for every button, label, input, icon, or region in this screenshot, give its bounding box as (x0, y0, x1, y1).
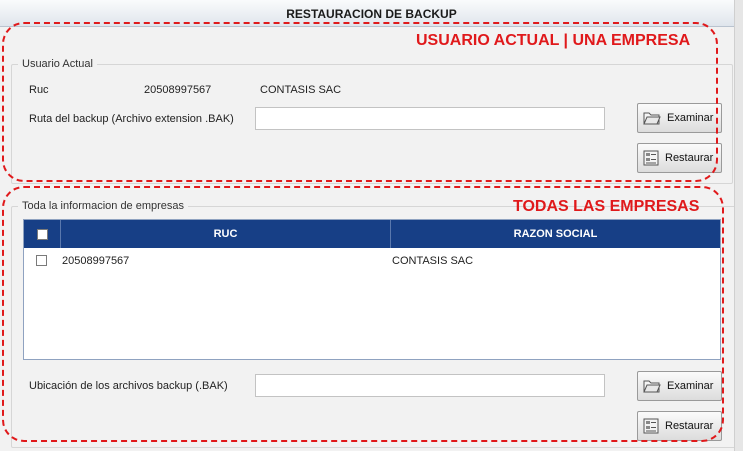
location-input[interactable] (255, 374, 605, 397)
restore-button-user[interactable]: Restaurar (637, 143, 722, 173)
folder-open-icon (643, 380, 661, 393)
browse-button-all[interactable]: Examinar (637, 371, 722, 401)
restore-button-all-label: Restaurar (665, 420, 714, 432)
backup-path-input[interactable] (255, 107, 605, 130)
company-name: CONTASIS SAC (260, 84, 342, 96)
browse-button-all-label: Examinar (667, 380, 714, 392)
column-header-ruc-label: RUC (213, 228, 238, 240)
row-ruc: 20508997567 (62, 255, 130, 267)
ruc-label: Ruc (29, 84, 49, 96)
select-all-cell (24, 220, 61, 248)
table-row[interactable]: 20508997567 CONTASIS SAC (24, 251, 720, 271)
browse-button-user[interactable]: Examinar (637, 103, 722, 133)
grid-header: RUC RAZON SOCIAL (24, 220, 720, 248)
column-header-razon-social[interactable]: RAZON SOCIAL (391, 220, 720, 248)
location-label: Ubicación de los archivos backup (.BAK) (29, 380, 228, 392)
window-right-edge (734, 0, 743, 451)
column-header-ruc[interactable]: RUC (61, 220, 391, 248)
browse-button-user-label: Examinar (667, 112, 714, 124)
restore-button-all[interactable]: Restaurar (637, 411, 722, 441)
companies-grid[interactable]: RUC RAZON SOCIAL 20508997567 CONTASIS SA… (23, 219, 721, 360)
window-title: RESTAURACION DE BACKUP (286, 7, 457, 21)
ruc-value: 20508997567 (144, 84, 212, 96)
restore-button-user-label: Restaurar (665, 152, 714, 164)
restore-list-icon (643, 418, 659, 434)
select-all-checkbox[interactable] (36, 228, 48, 240)
row-checkbox[interactable] (36, 255, 47, 266)
current-user-legend: Usuario Actual (18, 58, 97, 70)
annotation-label-current-user: USUARIO ACTUAL | UNA EMPRESA (416, 32, 691, 49)
folder-open-icon (643, 112, 661, 125)
annotation-label-all-companies: TODAS LAS EMPRESAS (513, 198, 700, 215)
window-titlebar: RESTAURACION DE BACKUP (0, 0, 743, 27)
row-razon-social: CONTASIS SAC (392, 255, 474, 267)
column-header-razon-social-label: RAZON SOCIAL (513, 228, 598, 240)
backup-path-label: Ruta del backup (Archivo extension .BAK) (29, 113, 234, 125)
restore-list-icon (643, 150, 659, 166)
all-companies-legend: Toda la informacion de empresas (18, 200, 189, 212)
